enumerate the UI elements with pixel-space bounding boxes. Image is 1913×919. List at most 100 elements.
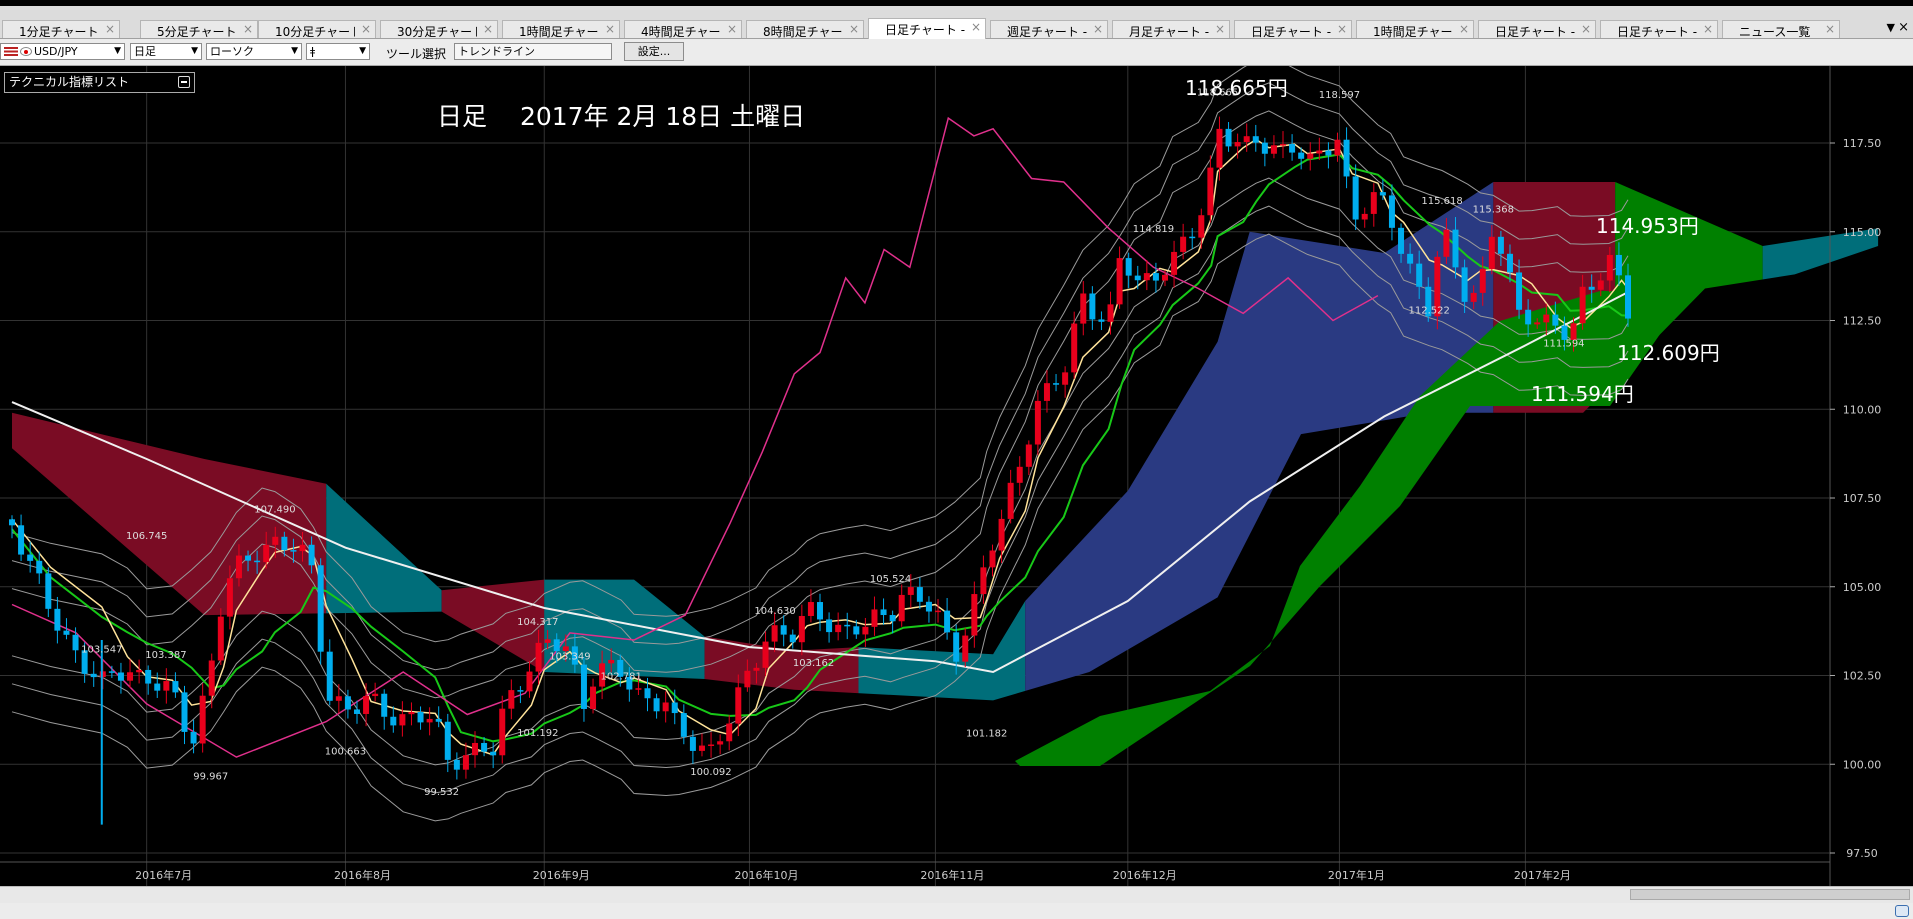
x-tick-label: 2016年12月 [1113,868,1177,882]
tab-5min[interactable]: 5分足チャート - × [140,20,258,39]
price-annotation: 102.781 [601,672,642,683]
cloud-segment [1615,182,1763,701]
candle-up [1488,236,1495,269]
price-annotation: 118.597 [1319,90,1360,101]
x-tick-label: 2017年2月 [1514,868,1571,882]
close-icon[interactable]: × [605,22,615,36]
candlestick-chart[interactable]: 118.665 118.597114.819115.618115.368112.5… [0,66,1913,886]
candle-down [1352,176,1359,220]
settings-button[interactable]: 設定... [624,42,684,61]
cloud-top-price-label: 114.953円 [1596,214,1699,238]
horizontal-scrollbar[interactable] [0,886,1913,903]
candle-up [1570,323,1577,340]
candle-down [1089,293,1096,320]
tab-daily-3[interactable]: 日足チャート - U:× [1478,20,1596,39]
chart-tab-bar: 1分足チャート -× 5分足チャート -× 10分足チャート -× 30分足チャ… [0,6,1913,39]
timeframe-select[interactable]: 日足 ▼ [130,43,202,60]
status-icon [1895,905,1909,917]
price-annotation: 100.092 [690,767,731,778]
candle-down [353,709,360,714]
close-icon[interactable]: × [1215,22,1225,36]
x-tick-label: 2016年7月 [135,868,192,882]
tab-news-list[interactable]: ニュース一覧 × [1722,20,1840,39]
candle-down [580,664,587,709]
candle-down [780,625,787,635]
candle-down [644,688,651,699]
close-icon[interactable]: × [243,22,253,36]
close-all-icon[interactable]: × [1898,20,1909,35]
candle-up [263,544,270,563]
candle-down [1497,236,1504,254]
price-annotation: 104.317 [517,617,558,628]
close-icon[interactable]: × [1093,22,1103,36]
close-icon[interactable]: × [849,22,859,36]
tab-1min[interactable]: 1分足チャート - × [2,20,120,39]
candle-up [907,587,914,595]
symbol-select[interactable]: USD/JPY ▼ [0,43,125,60]
y-tick-label: 112.50 [1843,315,1882,328]
tab-8hour[interactable]: 8時間足チャート× [746,20,864,39]
close-icon[interactable]: × [1703,22,1713,36]
close-icon[interactable]: × [361,22,371,36]
candle-up [1143,273,1150,281]
candle-up [898,594,905,622]
price-chart[interactable]: 118.665 118.597 114.819 115.618 115.368 112.5… [0,66,1913,886]
tab-daily-usdjpy[interactable]: 日足チャート - U× [868,18,986,39]
tab-10min[interactable]: 10分足チャート -× [258,20,376,39]
close-icon[interactable]: × [971,20,981,34]
tab-30min[interactable]: 30分足チャート -× [380,20,498,39]
cloud-segment [326,182,442,701]
close-icon[interactable]: × [1581,22,1591,36]
candle-up [1579,286,1586,324]
candle-style-select[interactable]: ǂ ▼ [306,43,370,60]
tab-1hour[interactable]: 1時間足チャート× [502,20,620,39]
scrollbar-thumb[interactable] [1630,889,1910,900]
chart-toolbar: USD/JPY ▼ 日足 ▼ ローソク ▼ ǂ ▼ ツール選択 トレンドライン 設定..… [0,39,1913,66]
x-tick-label: 2017年1月 [1328,868,1385,882]
price-annotation: 103.547 [81,644,122,655]
candle-up [1171,251,1178,275]
candle-up [753,667,760,671]
close-icon[interactable]: × [105,22,115,36]
tab-daily-eur[interactable]: 日足チャート - EU× [1234,20,1352,39]
close-icon[interactable]: × [1337,22,1347,36]
close-icon[interactable]: × [1825,22,1835,36]
close-icon[interactable]: × [483,22,493,36]
candle-up [1243,136,1250,143]
tab-daily-gbp[interactable]: 日足チャート - GI× [1600,20,1718,39]
candle-up [1270,145,1277,154]
candle-up [1216,128,1223,168]
candle-down [281,536,288,551]
candle-down [435,718,442,722]
candle-up [1180,236,1187,252]
tab-list-dropdown-icon[interactable]: ▼ [1887,21,1895,34]
candle-down [417,712,424,723]
tab-monthly[interactable]: 月足チャート - U:× [1112,20,1230,39]
y-tick-label: 105.00 [1843,581,1882,594]
candle-down [1416,263,1423,287]
tab-weekly[interactable]: 週足チャート - U:× [990,20,1108,39]
candle-down [517,690,524,692]
candle-down [172,681,179,693]
candle-down [254,560,261,563]
drawing-tool-field[interactable]: トレンドライン [454,43,612,60]
candle-up [1307,153,1314,159]
price-annotation: 114.819 [1133,224,1174,235]
close-icon[interactable]: × [727,22,737,36]
collapse-icon[interactable] [178,76,190,88]
tool-select-label: ツール選択 [386,47,447,61]
candle-up [798,615,805,643]
chart-type-select[interactable]: ローソク ▼ [206,43,302,60]
tab-4hour[interactable]: 4時間足チャート× [624,20,742,39]
close-icon[interactable]: × [1459,22,1469,36]
technical-indicator-list[interactable]: テクニカル指標リスト [4,72,195,93]
candle-up [771,625,778,642]
candle-down [1289,144,1296,153]
ichimoku-cloud [12,182,1879,701]
y-tick-label: 107.50 [1843,492,1882,505]
candle-down [1588,286,1595,290]
price-annotation: 99.532 [424,787,459,798]
price-annotation: 115.368 [1473,205,1514,216]
y-tick-label: 97.50 [1846,847,1878,860]
tab-1hour-2[interactable]: 1時間足チャート× [1356,20,1474,39]
